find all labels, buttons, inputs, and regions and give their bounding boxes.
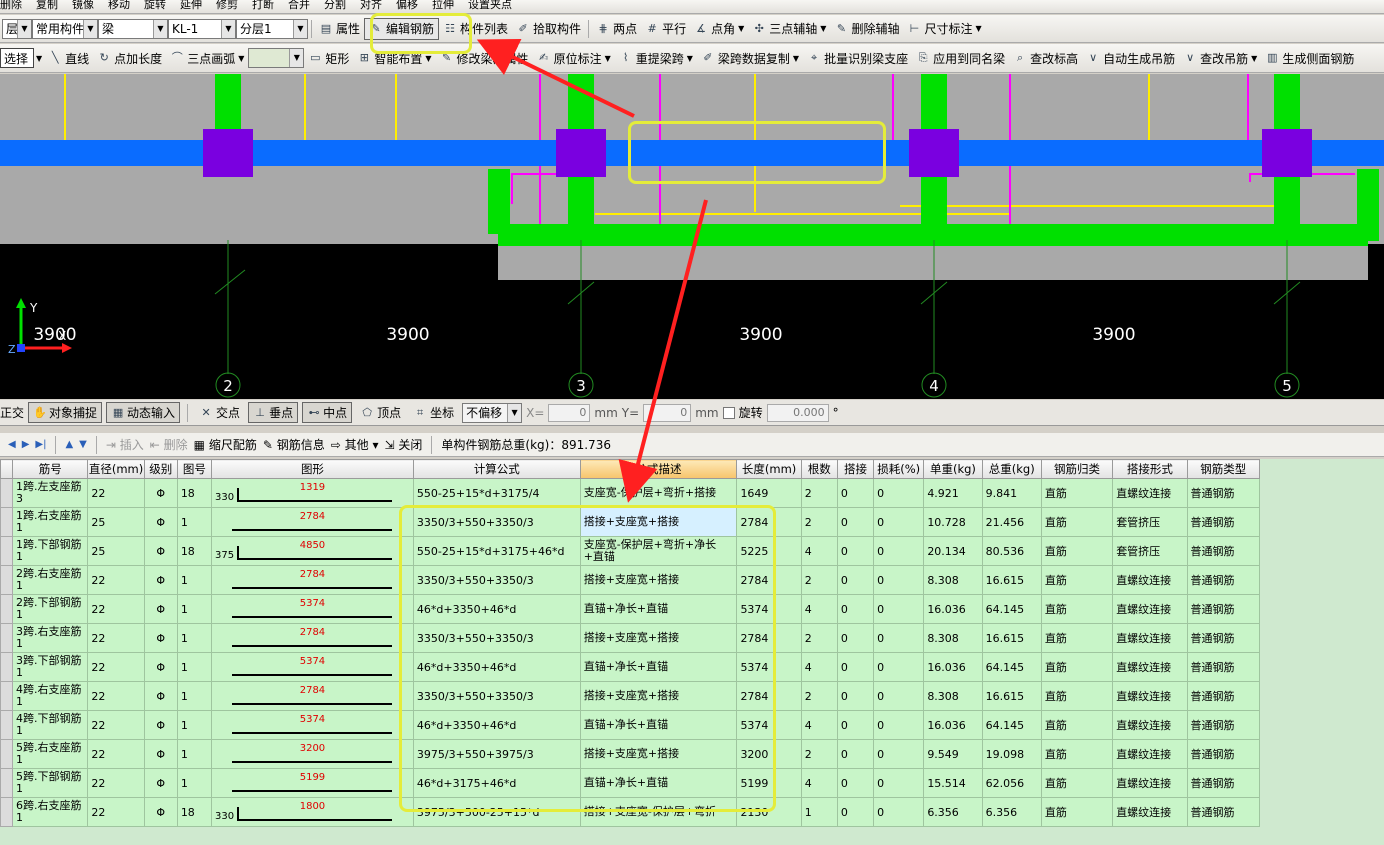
annotation-arrows xyxy=(476,39,708,503)
